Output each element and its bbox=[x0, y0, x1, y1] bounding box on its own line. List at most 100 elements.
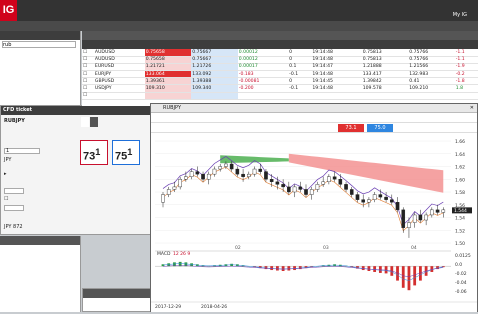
cell-sell[interactable] bbox=[145, 92, 192, 99]
macd-bar bbox=[276, 266, 279, 270]
candle-body bbox=[327, 177, 330, 182]
macd-params: 12 26 9 bbox=[173, 251, 190, 257]
cell-check[interactable]: ☐ bbox=[82, 71, 94, 78]
macd-axis-label: -0.06 bbox=[455, 289, 467, 295]
cell-buy[interactable]: 133.092 bbox=[191, 71, 238, 78]
cell-check[interactable]: ☐ bbox=[82, 63, 94, 70]
candle-body bbox=[362, 200, 365, 203]
macd-bar bbox=[162, 264, 165, 266]
cell-low bbox=[408, 92, 455, 99]
macd-axis-label: 0.0 bbox=[455, 262, 462, 268]
cell-check[interactable]: ☐ bbox=[82, 49, 94, 56]
buy-box[interactable]: 751 bbox=[112, 140, 140, 165]
cell-check[interactable]: ☐ bbox=[82, 85, 94, 92]
cell-lchg: -1.8 bbox=[455, 78, 478, 85]
cell-change: 0.00012 bbox=[238, 49, 288, 56]
table-header[interactable] bbox=[145, 40, 192, 49]
my-ig-link[interactable]: My IG bbox=[453, 12, 467, 18]
table-row[interactable]: ☐EURJPY133.064133.092-0.183-0.119:14:481… bbox=[82, 71, 478, 78]
candle-body bbox=[219, 167, 222, 170]
qty-field[interactable]: 1 bbox=[4, 148, 40, 154]
cell-check[interactable]: ☐ bbox=[82, 92, 94, 99]
cell-change: 0.00012 bbox=[238, 56, 288, 63]
cell-pct: 0 bbox=[288, 49, 311, 56]
cell-buy[interactable]: 0.75667 bbox=[191, 49, 238, 56]
table-header[interactable] bbox=[238, 40, 288, 49]
checkbox-icon[interactable]: ☐ bbox=[4, 196, 8, 202]
sell-box[interactable]: 731 bbox=[80, 140, 108, 165]
cell-lchg: -1.1 bbox=[455, 49, 478, 56]
chart-svg[interactable]: 1.661.641.621.601.581.561.541.521.501.54… bbox=[151, 135, 477, 312]
macd-bar bbox=[373, 266, 376, 272]
table-header[interactable] bbox=[455, 40, 478, 49]
cell-high: 0.75813 bbox=[362, 49, 409, 56]
cell-check[interactable]: ☐ bbox=[82, 78, 94, 85]
table-header[interactable] bbox=[311, 40, 361, 49]
watchlist-tabbar bbox=[82, 31, 478, 40]
tab-limit-order[interactable] bbox=[90, 117, 98, 127]
table-row[interactable]: ☐ bbox=[82, 92, 478, 99]
cell-low: 132.983 bbox=[408, 71, 455, 78]
tab-order[interactable] bbox=[81, 117, 89, 127]
advanced-row[interactable]: ▸ bbox=[4, 171, 7, 177]
candle-body bbox=[224, 164, 227, 167]
table-header[interactable] bbox=[362, 40, 409, 49]
candle-body bbox=[264, 172, 267, 180]
candle-body bbox=[384, 197, 387, 200]
candle-body bbox=[390, 200, 393, 203]
cell-lchg: -0.2 bbox=[455, 71, 478, 78]
cell-pct bbox=[288, 92, 311, 99]
cell-sell[interactable]: 1.21721 bbox=[145, 63, 192, 70]
cell-buy[interactable]: 0.75667 bbox=[191, 56, 238, 63]
cell-instrument: GBPUSD bbox=[94, 78, 143, 85]
cell-change: -0.183 bbox=[238, 71, 288, 78]
candle-body bbox=[367, 200, 370, 203]
cell-sell[interactable]: 0.75658 bbox=[145, 49, 192, 56]
table-header[interactable] bbox=[82, 40, 94, 49]
chart-toolbar-2: 73.1 75.0 bbox=[151, 123, 477, 133]
close-icon[interactable]: ✕ bbox=[470, 104, 474, 113]
cell-low: 0.75766 bbox=[408, 56, 455, 63]
cell-buy[interactable] bbox=[191, 92, 238, 99]
chart-area[interactable]: 1.661.641.621.601.581.561.541.521.501.54… bbox=[151, 135, 477, 314]
table-row[interactable]: ☐AUDUSD0.756580.756670.00012019:14:480.7… bbox=[82, 49, 478, 56]
table-header[interactable] bbox=[408, 40, 455, 49]
currency-value: JPY bbox=[4, 157, 11, 163]
table-header[interactable] bbox=[288, 40, 311, 49]
table-row[interactable]: ☐USDJPY109.310109.340-0.200-0.119:14:481… bbox=[82, 85, 478, 92]
macd-bar bbox=[270, 266, 273, 270]
cell-time bbox=[311, 92, 361, 99]
cell-time: 19:14:48 bbox=[311, 56, 361, 63]
cell-instrument: AUDUSD bbox=[94, 49, 143, 56]
candle-body bbox=[430, 210, 433, 215]
positions-title bbox=[0, 236, 80, 245]
cell-change: 0.00017 bbox=[238, 63, 288, 70]
cell-buy[interactable]: 1.39388 bbox=[191, 78, 238, 85]
chart-sell-button[interactable]: 73.1 bbox=[338, 124, 364, 132]
positions-panel bbox=[0, 236, 81, 312]
table-row[interactable]: ☐AUDUSD0.756580.756670.00012019:14:480.7… bbox=[82, 56, 478, 63]
qty-field-row: 1 bbox=[4, 148, 40, 155]
cell-sell[interactable]: 0.75658 bbox=[145, 56, 192, 63]
limit-field[interactable] bbox=[4, 205, 24, 211]
cell-sell[interactable]: 1.39361 bbox=[145, 78, 192, 85]
table-header[interactable] bbox=[191, 40, 238, 49]
cell-buy[interactable]: 109.340 bbox=[191, 85, 238, 92]
cell-sell[interactable]: 109.310 bbox=[145, 85, 192, 92]
chart-buy-button[interactable]: 75.0 bbox=[367, 124, 393, 132]
table-header[interactable] bbox=[94, 40, 143, 49]
month-label: 03 bbox=[323, 245, 329, 251]
chart-window-title: RUBJPY✕ bbox=[151, 104, 477, 113]
table-row[interactable]: ☐EURUSD1.217211.217260.000170.119:14:471… bbox=[82, 63, 478, 70]
candle-body bbox=[379, 195, 382, 198]
cell-buy[interactable]: 1.21726 bbox=[191, 63, 238, 70]
candle-body bbox=[356, 195, 359, 200]
macd-bar bbox=[293, 266, 296, 270]
finder-search-input[interactable] bbox=[2, 41, 76, 48]
price-axis-label: 1.60 bbox=[455, 177, 465, 183]
stop-field[interactable] bbox=[4, 188, 24, 194]
cell-check[interactable]: ☐ bbox=[82, 56, 94, 63]
cell-sell[interactable]: 133.064 bbox=[145, 71, 192, 78]
cell-instrument: EURUSD bbox=[94, 63, 143, 70]
table-row[interactable]: ☐GBPUSD1.393611.39388-0.00081019:14:451.… bbox=[82, 78, 478, 85]
